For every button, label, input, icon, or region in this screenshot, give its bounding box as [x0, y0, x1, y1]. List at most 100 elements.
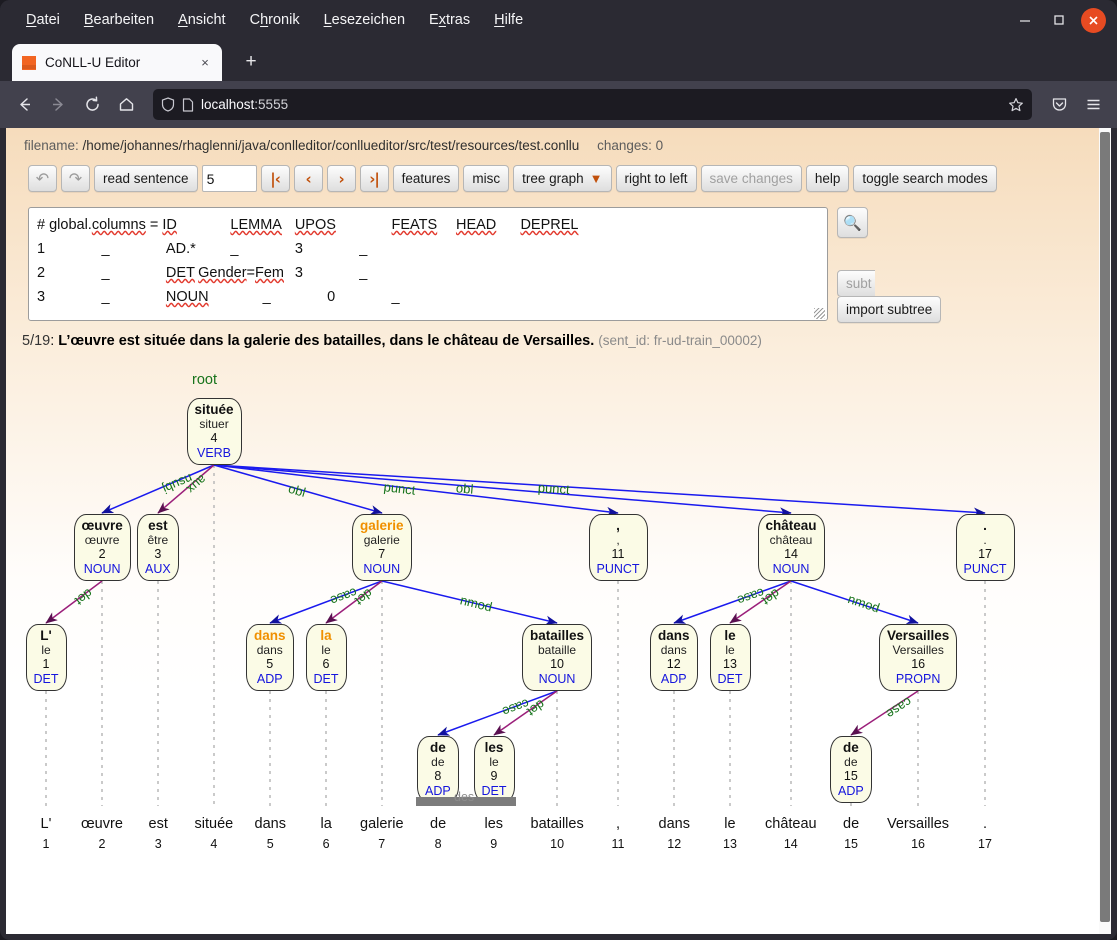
node-lemma: le [725, 642, 735, 657]
tree-node[interactable]: Versailles Versailles 16 PROPN [879, 624, 958, 692]
word-row-item[interactable]: L' 1 [41, 816, 52, 851]
node-form: , [616, 518, 620, 533]
word-row-item[interactable]: dans 12 [659, 816, 690, 851]
undo-button[interactable]: ↶ [28, 165, 57, 192]
back-icon[interactable] [8, 89, 40, 121]
word-row-item[interactable]: la 6 [321, 816, 332, 851]
word-row-item[interactable]: . 17 [978, 816, 992, 851]
forward-icon[interactable] [42, 89, 74, 121]
tree-node[interactable]: château château 14 NOUN [757, 514, 825, 582]
word-row-item[interactable]: château 14 [765, 816, 817, 851]
tree-node[interactable]: la le 6 DET [305, 624, 347, 692]
reload-icon[interactable] [76, 89, 108, 121]
tab-close-icon[interactable]: × [196, 54, 214, 72]
new-tab-button[interactable]: + [236, 47, 266, 77]
tree-graph-dropdown[interactable]: tree graph ▼ [513, 165, 612, 192]
menu-hilfe[interactable]: Hilfe [484, 9, 533, 31]
tree-node[interactable]: ,, 11 PUNCT [588, 514, 648, 582]
tree-node[interactable]: de de 15 ADP [830, 736, 872, 804]
conllu-editor-app: filename: /home/johannes/rhaglenni/java/… [6, 128, 1095, 922]
textarea-resize-handle[interactable] [814, 308, 825, 319]
word-row-item[interactable]: est 3 [149, 816, 168, 851]
tree-node[interactable]: les le 9 DET [473, 736, 515, 804]
tree-edge[interactable] [45, 580, 103, 624]
tree-node[interactable]: de de 8 ADP [417, 736, 459, 804]
word-text: galerie [360, 816, 404, 832]
menu-extras[interactable]: Extras [419, 9, 480, 31]
star-icon[interactable] [1008, 97, 1024, 113]
tree-node[interactable]: le le 13 DET [709, 624, 751, 692]
menu-lesezeichen[interactable]: Lesezeichen [314, 9, 415, 31]
tree-node[interactable]: est être 3 AUX [137, 514, 179, 582]
first-sentence-button[interactable]: |‹ [260, 165, 290, 192]
misc-button[interactable]: misc [463, 165, 510, 192]
edge-label[interactable]: obl [455, 480, 474, 496]
dependency-tree-graph[interactable]: L' le 1 DET œuvre œuvre 2 NOUN est être 3 AUX située… [6, 362, 1095, 922]
tree-node[interactable]: L' le 1 DET [25, 624, 67, 692]
word-text: , [615, 816, 620, 832]
tree-node[interactable]: batailles bataille 10 NOUN [522, 624, 593, 692]
tree-node[interactable]: galerie galerie 7 NOUN [352, 514, 412, 582]
word-row-item[interactable]: batailles 10 [531, 816, 584, 851]
word-row-item[interactable]: de 15 [843, 816, 859, 851]
scrollbar-thumb[interactable] [1100, 132, 1110, 922]
word-index: 8 [434, 837, 442, 851]
tree-node[interactable]: dans dans 5 ADP [246, 624, 294, 692]
tree-edge[interactable] [213, 464, 986, 518]
tree-node[interactable]: située situer 4 VERB [186, 398, 242, 466]
pocket-icon[interactable] [1043, 89, 1075, 121]
word-index: 2 [98, 837, 106, 851]
prev-sentence-button[interactable]: ‹ [293, 165, 323, 192]
url-bar[interactable]: localhost:5555 [153, 89, 1032, 120]
word-row-item[interactable]: située 4 [195, 816, 234, 851]
menu-bearbeiten[interactable]: Bearbeiten [74, 9, 164, 31]
toggle-search-modes-button[interactable]: toggle search modes [853, 165, 997, 192]
vertical-scrollbar[interactable] [1099, 128, 1111, 934]
word-row-item[interactable]: œuvre 2 [81, 816, 123, 851]
conllu-textarea[interactable]: # global.columns = ID LEMMA UPOS FEATS H… [28, 207, 828, 321]
menu-datei[interactable]: Datei [16, 9, 70, 31]
word-row-item[interactable]: dans 5 [255, 816, 286, 851]
word-text: château [765, 816, 817, 832]
last-sentence-button[interactable]: ›| [359, 165, 389, 192]
sentence-number-input[interactable] [201, 165, 257, 192]
maximize-icon[interactable] [1042, 3, 1076, 37]
hamburger-icon[interactable] [1077, 89, 1109, 121]
import-subtree-button[interactable]: import subtree [837, 296, 942, 323]
filename-bar: filename: /home/johannes/rhaglenni/java/… [6, 128, 1095, 153]
word-row-item[interactable]: Versailles 16 [887, 816, 949, 851]
right-to-left-button[interactable]: right to left [615, 165, 697, 192]
menu-chronik[interactable]: Chronik [240, 9, 310, 31]
help-button[interactable]: help [805, 165, 850, 192]
node-lemma: bataille [538, 642, 577, 657]
word-text: située [194, 816, 234, 832]
tab-conllu-editor[interactable]: CoNLL-U Editor × [12, 44, 222, 81]
word-row-item[interactable]: les 9 [485, 816, 504, 851]
features-button[interactable]: features [392, 165, 460, 192]
search-button[interactable]: 🔍 [837, 207, 868, 238]
read-sentence-button[interactable]: read sentence [94, 165, 198, 192]
edge-label[interactable]: punct [537, 480, 570, 497]
word-row-item[interactable]: galerie 7 [360, 816, 404, 851]
tree-node[interactable]: .. 17 PUNCT [955, 514, 1015, 582]
node-lemma: le [321, 642, 331, 657]
word-row-item[interactable]: , 11 [612, 816, 625, 851]
node-upos: NOUN [772, 561, 810, 576]
menu-ansicht[interactable]: Ansicht [168, 9, 236, 31]
next-sentence-button[interactable]: › [326, 165, 356, 192]
subtree-button[interactable]: subt [837, 270, 875, 296]
close-icon[interactable] [1081, 7, 1106, 33]
node-upos: DET [481, 783, 507, 798]
node-upos: VERB [196, 445, 232, 460]
node-lemma: de [431, 754, 445, 769]
minimize-icon[interactable] [1008, 3, 1042, 37]
save-changes-button[interactable]: save changes [700, 165, 802, 192]
redo-button[interactable]: ↷ [61, 165, 90, 192]
tree-node[interactable]: œuvre œuvre 2 NOUN [73, 514, 131, 582]
word-text: la [320, 816, 332, 832]
home-icon[interactable] [110, 89, 142, 121]
word-index: 15 [844, 837, 859, 851]
tree-node[interactable]: dans dans 12 ADP [650, 624, 698, 692]
word-row-item[interactable]: de 8 [430, 816, 446, 851]
word-row-item[interactable]: le 13 [723, 816, 737, 851]
